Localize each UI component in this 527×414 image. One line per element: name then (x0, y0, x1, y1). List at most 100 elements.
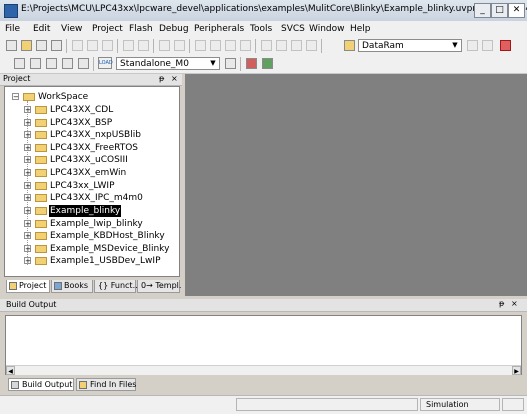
bookmark-next-icon[interactable] (225, 40, 236, 51)
tree-item[interactable]: + LPC43XX_uCOSIII (5, 154, 175, 166)
expand-icon[interactable]: + (24, 232, 31, 240)
tab-functions[interactable]: {} Funct... (94, 280, 140, 293)
bookmark-prev-icon[interactable] (210, 40, 221, 51)
project-tree[interactable]: − WorkSpace + LPC43XX_CDL + LPC43XX_BSP … (4, 86, 180, 277)
menu-file[interactable]: File (5, 24, 20, 34)
menu-help[interactable]: Help (350, 24, 371, 34)
expand-icon[interactable]: + (24, 169, 31, 177)
expand-icon[interactable]: + (24, 144, 31, 152)
manage-components-icon[interactable] (262, 58, 273, 69)
chevron-down-icon: ▼ (210, 59, 216, 67)
scroll-left-icon[interactable]: ◀ (6, 366, 15, 375)
bookmark-toggle-icon[interactable] (195, 40, 206, 51)
tab-books[interactable]: Books (51, 280, 93, 293)
toolbar-separator (189, 39, 190, 53)
menu-window[interactable]: Window (309, 24, 345, 34)
menu-project[interactable]: Project (92, 24, 123, 34)
nav-forward-icon[interactable] (174, 40, 185, 51)
tree-root[interactable]: − WorkSpace (5, 91, 175, 103)
horizontal-scrollbar[interactable]: ◀ ▶ (6, 365, 521, 375)
indent-icon[interactable] (261, 40, 272, 51)
tree-item[interactable]: + LPC43XX_FreeRTOS (5, 142, 175, 154)
standard-toolbar: DataRam ▼ (0, 37, 527, 56)
expand-icon[interactable]: + (24, 207, 31, 215)
rebuild-icon[interactable] (46, 58, 57, 69)
tab-templates-label: 0→ Templ... (141, 281, 187, 290)
window-title: E:\Projects\MCU\LPC43xx\lpcware_devel\ap… (21, 4, 527, 14)
close-icon[interactable]: × (511, 299, 518, 308)
menu-flash[interactable]: Flash (129, 24, 153, 34)
comment-icon[interactable] (291, 40, 302, 51)
translate-icon[interactable] (14, 58, 25, 69)
redo-icon[interactable] (138, 40, 149, 51)
new-file-icon[interactable] (6, 40, 17, 51)
menu-view[interactable]: View (61, 24, 82, 34)
tree-item-label: LPC43XX_emWin (50, 168, 127, 178)
tab-find-in-files[interactable]: Find In Files (76, 378, 136, 391)
tree-item[interactable]: + Example_MSDevice_Blinky (5, 243, 175, 255)
bookmark-clear-icon[interactable] (240, 40, 251, 51)
collapse-icon[interactable]: − (12, 93, 19, 101)
tree-item[interactable]: + LPC43XX_nxpUSBlib (5, 129, 175, 141)
expand-icon[interactable]: + (24, 119, 31, 127)
expand-icon[interactable]: + (24, 156, 31, 164)
manage-project-items-icon[interactable] (246, 58, 257, 69)
expand-icon[interactable]: + (24, 182, 31, 190)
close-icon[interactable]: × (171, 74, 178, 83)
menu-edit[interactable]: Edit (33, 24, 50, 34)
tree-item[interactable]: + LPC43XX_CDL (5, 104, 175, 116)
stop-build-icon[interactable] (78, 58, 89, 69)
expand-icon[interactable]: + (24, 194, 31, 202)
menu-debug[interactable]: Debug (159, 24, 189, 34)
editor-area[interactable] (185, 74, 527, 296)
tree-item[interactable]: + LPC43XX_emWin (5, 167, 175, 179)
save-all-icon[interactable] (51, 40, 62, 51)
tree-item[interactable]: + Example_KBDHost_Blinky (5, 230, 175, 242)
nav-back-icon[interactable] (159, 40, 170, 51)
copy-icon[interactable] (87, 40, 98, 51)
expand-icon[interactable]: + (24, 131, 31, 139)
unindent-icon[interactable] (276, 40, 287, 51)
cut-icon[interactable] (72, 40, 83, 51)
dataram-combo[interactable]: DataRam ▼ (358, 39, 462, 52)
tab-templates[interactable]: 0→ Templ... (137, 280, 187, 293)
expand-icon[interactable]: + (24, 245, 31, 253)
load-flash-icon[interactable]: LOAD (98, 57, 113, 69)
menu-tools[interactable]: Tools (250, 24, 272, 34)
tree-item[interactable]: + Example1_USBDev_LwIP (5, 255, 175, 267)
minimize-button[interactable]: _ (474, 3, 491, 18)
menu-svcs[interactable]: SVCS (281, 24, 305, 34)
tree-item[interactable]: + LPC43XX_BSP (5, 117, 175, 129)
expand-icon[interactable]: + (24, 106, 31, 114)
pin-icon[interactable]: ᵽ (499, 299, 504, 308)
tab-project[interactable]: Project (6, 280, 50, 293)
tree-root-label: WorkSpace (38, 92, 89, 102)
build-icon[interactable] (30, 58, 41, 69)
close-button[interactable]: ✕ (508, 3, 525, 18)
uncomment-icon[interactable] (306, 40, 317, 51)
scroll-right-icon[interactable]: ▶ (512, 366, 521, 375)
save-icon[interactable] (36, 40, 47, 51)
tree-item-selected[interactable]: + Example_blinky (5, 205, 175, 217)
find-icon[interactable] (467, 40, 478, 51)
tree-item[interactable]: + Example_lwip_blinky (5, 218, 175, 230)
undo-icon[interactable] (123, 40, 134, 51)
open-folder-icon[interactable] (21, 40, 32, 51)
menu-peripherals[interactable]: Peripherals (194, 24, 244, 34)
tree-item[interactable]: + LPC43XX_IPC_m4m0 (5, 192, 175, 204)
expand-icon[interactable]: + (24, 257, 31, 265)
folder-icon (35, 220, 47, 228)
target-select-combo[interactable]: Standalone_M0 ▼ (116, 57, 220, 70)
incremental-find-icon[interactable] (482, 40, 493, 51)
batch-build-icon[interactable] (62, 58, 73, 69)
find-in-files-icon[interactable] (344, 40, 355, 51)
tree-item[interactable]: + LPC43xx_LWIP (5, 180, 175, 192)
pin-icon[interactable]: ᵽ (159, 74, 164, 83)
paste-icon[interactable] (102, 40, 113, 51)
maximize-button[interactable]: □ (491, 3, 508, 18)
expand-icon[interactable]: + (24, 220, 31, 228)
target-options-icon[interactable] (225, 58, 236, 69)
tab-build-output[interactable]: Build Output (8, 378, 74, 391)
debug-session-icon[interactable] (500, 40, 511, 51)
tree-item-label: Example_KBDHost_Blinky (50, 231, 165, 241)
